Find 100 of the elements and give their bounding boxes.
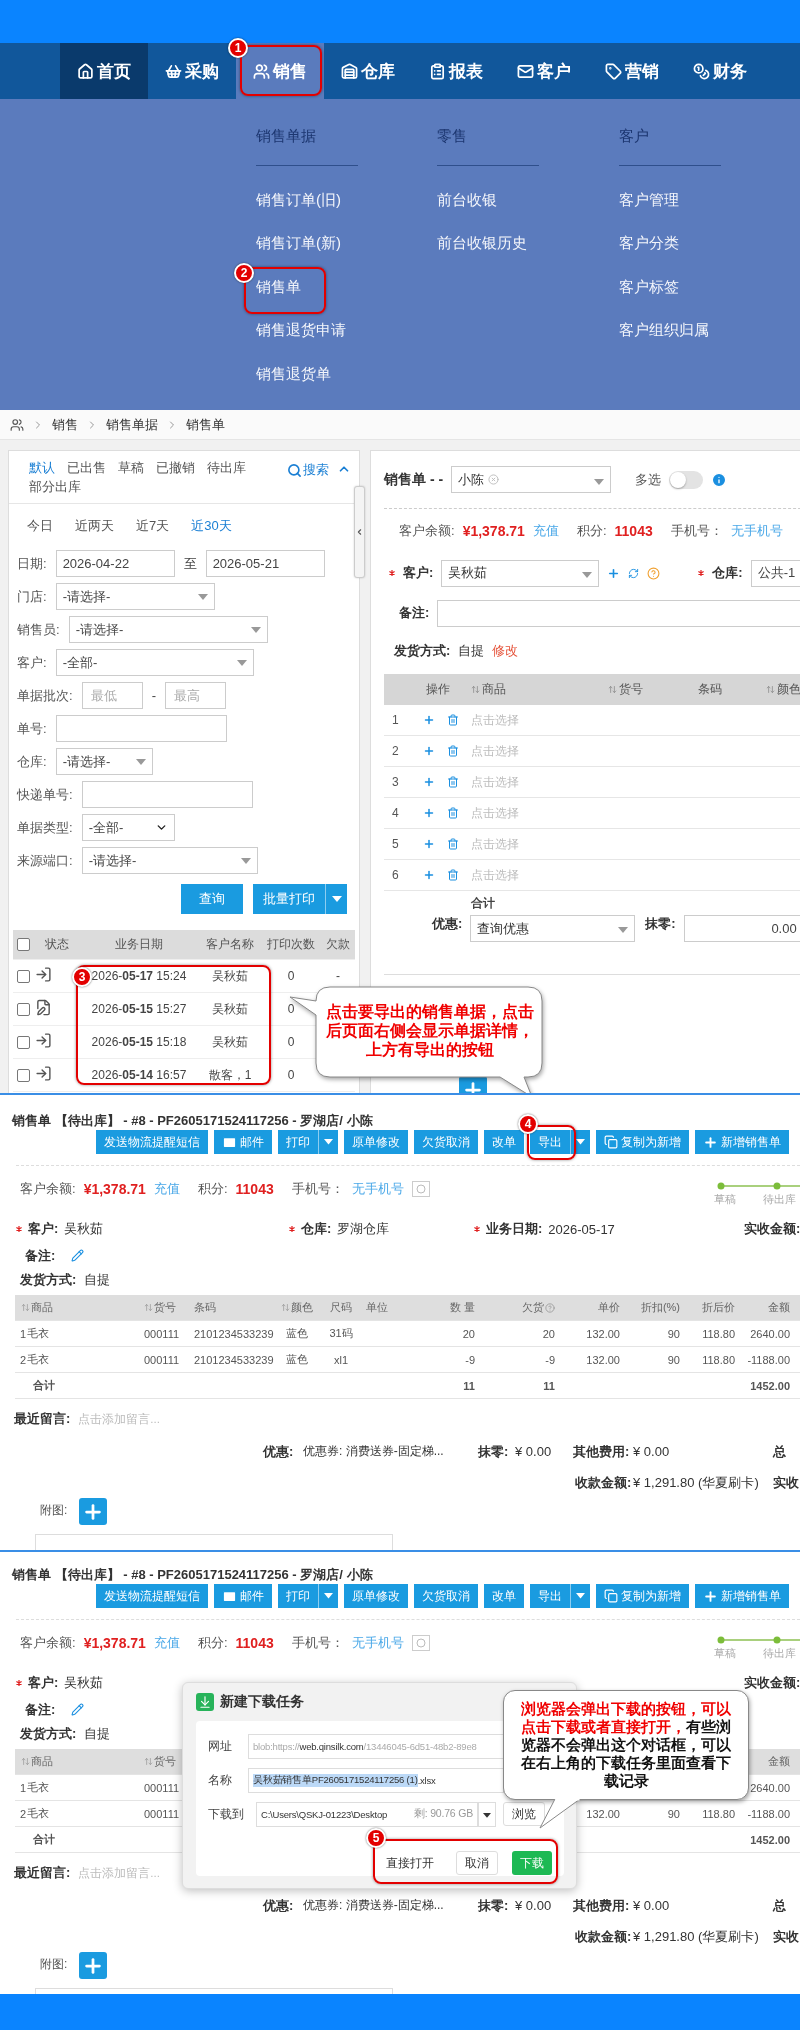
sort-icon[interactable] xyxy=(21,1303,30,1312)
toolbar-button[interactable]: 欠货取消 xyxy=(414,1130,478,1154)
date-tab[interactable]: 近7天 xyxy=(136,516,170,535)
sort-icon[interactable] xyxy=(144,1303,153,1312)
nav-tab[interactable]: 仓库 xyxy=(324,43,412,99)
select-field[interactable]: -请选择- xyxy=(55,583,215,610)
menu-item[interactable]: 客户分类 xyxy=(618,234,679,253)
toolbar-button[interactable]: 导出 xyxy=(530,1584,570,1608)
toolbar-button[interactable]: 新增销售单 xyxy=(695,1584,789,1608)
nav-tab[interactable]: 客户 xyxy=(500,43,588,99)
cancel-button[interactable]: 取消 xyxy=(456,1851,498,1875)
menu-item[interactable]: 客户组织归属 xyxy=(618,321,709,340)
toolbar-button[interactable]: 打印 xyxy=(278,1130,318,1154)
add-icon[interactable] xyxy=(423,776,435,788)
customer-select[interactable]: 吴秋茹 xyxy=(441,559,600,587)
date-tab[interactable]: 近30天 xyxy=(191,516,232,535)
toolbar-button[interactable]: 改单 xyxy=(484,1584,524,1608)
recharge-link[interactable]: 充值 xyxy=(153,1634,180,1652)
input-field[interactable]: 最高 xyxy=(164,682,226,709)
toolbar-button[interactable]: 发送物流提醒短信 xyxy=(96,1130,208,1154)
status-tab[interactable]: 默认 xyxy=(29,459,55,477)
batch-print-button[interactable]: 批量打印 xyxy=(253,884,325,914)
name-field[interactable]: 吴秋茹销售单PF2605171524117256 (1).xlsx xyxy=(248,1767,504,1793)
recharge-link[interactable]: 充值 xyxy=(153,1180,180,1198)
status-tab[interactable]: 待出库 xyxy=(207,459,246,477)
member-button[interactable] xyxy=(411,1181,430,1197)
add-image-button[interactable] xyxy=(79,1498,108,1525)
rounding-field[interactable]: 0.00 xyxy=(683,915,800,942)
query-button[interactable]: 查询 xyxy=(181,884,243,914)
checkbox[interactable] xyxy=(17,1035,30,1049)
add-icon[interactable] xyxy=(423,745,435,757)
toolbar-button[interactable]: 邮件 xyxy=(214,1130,272,1154)
add-image-button[interactable] xyxy=(79,1952,108,1979)
nav-tab[interactable]: 营销 xyxy=(588,43,676,99)
pencil-icon[interactable] xyxy=(71,1703,85,1716)
toolbar-button[interactable]: 欠货取消 xyxy=(414,1584,478,1608)
toolbar-button[interactable]: 邮件 xyxy=(214,1584,272,1608)
salesperson-select[interactable]: 小陈 xyxy=(451,466,612,493)
status-tab[interactable]: 部分出库 xyxy=(29,478,81,496)
breadcrumb-link[interactable]: 销售 xyxy=(52,415,78,434)
browse-button[interactable]: 浏览 xyxy=(503,1802,545,1826)
checkbox[interactable] xyxy=(17,1068,30,1082)
download-button[interactable]: 下载 xyxy=(512,1851,552,1875)
select-field[interactable]: -请选择- xyxy=(68,616,268,643)
date-field[interactable]: 2026-05-21 xyxy=(205,550,325,577)
toolbar-button[interactable]: 原单修改 xyxy=(344,1130,408,1154)
edit-link[interactable]: 修改 xyxy=(492,642,519,660)
toolbar-button[interactable]: 发送物流提醒短信 xyxy=(96,1584,208,1608)
sort-icon[interactable] xyxy=(608,684,617,694)
nav-tab[interactable]: 报表 xyxy=(412,43,500,99)
date-tab[interactable]: 今日 xyxy=(27,516,53,535)
toolbar-button[interactable]: 复制为新增 xyxy=(596,1130,689,1154)
status-tab[interactable]: 已撤销 xyxy=(156,459,195,477)
menu-item[interactable]: 客户标签 xyxy=(618,277,679,296)
phone-link[interactable]: 无手机号 xyxy=(351,1634,404,1652)
sort-icon[interactable] xyxy=(281,1303,290,1312)
menu-item[interactable]: 销售订单(新) xyxy=(256,234,341,253)
sort-icon[interactable] xyxy=(144,1757,153,1766)
date-tab[interactable]: 近两天 xyxy=(75,516,114,535)
toolbar-button[interactable]: 导出 xyxy=(530,1130,570,1154)
toolbar-button[interactable]: 复制为新增 xyxy=(596,1584,689,1608)
trash-icon[interactable] xyxy=(447,807,459,819)
checkbox[interactable] xyxy=(17,969,30,983)
date-field[interactable]: 2026-04-22 xyxy=(55,550,175,577)
menu-item[interactable]: 销售退货申请 xyxy=(256,321,346,340)
trash-icon[interactable] xyxy=(447,869,459,881)
nav-tab[interactable]: 首页 xyxy=(60,43,148,99)
toolbar-button[interactable]: 打印 xyxy=(278,1584,318,1608)
search-link[interactable]: 搜索 xyxy=(287,461,329,479)
collapse-handle[interactable] xyxy=(354,486,365,578)
add-icon[interactable] xyxy=(423,807,435,819)
trash-icon[interactable] xyxy=(447,776,459,788)
dropdown-button[interactable] xyxy=(478,1801,496,1827)
path-field[interactable]: C:\Users\QSKJ-01223\Desktop 剩: 90.76 GB xyxy=(256,1801,478,1827)
menu-item[interactable]: 前台收银历史 xyxy=(437,234,528,253)
toolbar-button[interactable]: 改单 xyxy=(484,1130,524,1154)
toolbar-button[interactable]: 新增销售单 xyxy=(695,1130,789,1154)
select-field[interactable]: -全部- xyxy=(55,649,254,676)
sort-icon[interactable] xyxy=(471,684,480,694)
menu-item[interactable]: 销售订单(旧) xyxy=(256,190,341,209)
nav-tab[interactable]: 财务 xyxy=(676,43,764,99)
add-icon[interactable] xyxy=(423,838,435,850)
remark-field[interactable] xyxy=(437,599,800,627)
sort-icon[interactable] xyxy=(21,1757,30,1766)
select-field[interactable]: -请选择- xyxy=(81,847,258,874)
toggle-switch[interactable] xyxy=(669,470,704,489)
checkbox[interactable] xyxy=(17,1002,30,1016)
status-tab[interactable]: 已出售 xyxy=(67,459,106,477)
input-field[interactable] xyxy=(81,781,253,808)
menu-item[interactable]: 销售单 xyxy=(256,277,301,296)
status-tab[interactable]: 草稿 xyxy=(118,459,144,477)
select-field[interactable]: -请选择- xyxy=(55,748,153,775)
trash-icon[interactable] xyxy=(447,745,459,757)
url-field[interactable]: blob:https://web.qinsilk.com/13446045-6d51-48b2-89e8 xyxy=(248,1733,504,1759)
phone-link[interactable]: 无手机号 xyxy=(730,522,783,540)
pencil-icon[interactable] xyxy=(71,1249,85,1262)
member-button[interactable] xyxy=(411,1635,430,1651)
breadcrumb-link[interactable]: 销售单据 xyxy=(106,415,158,434)
menu-item[interactable]: 销售退货单 xyxy=(256,364,331,383)
trash-icon[interactable] xyxy=(447,714,459,726)
